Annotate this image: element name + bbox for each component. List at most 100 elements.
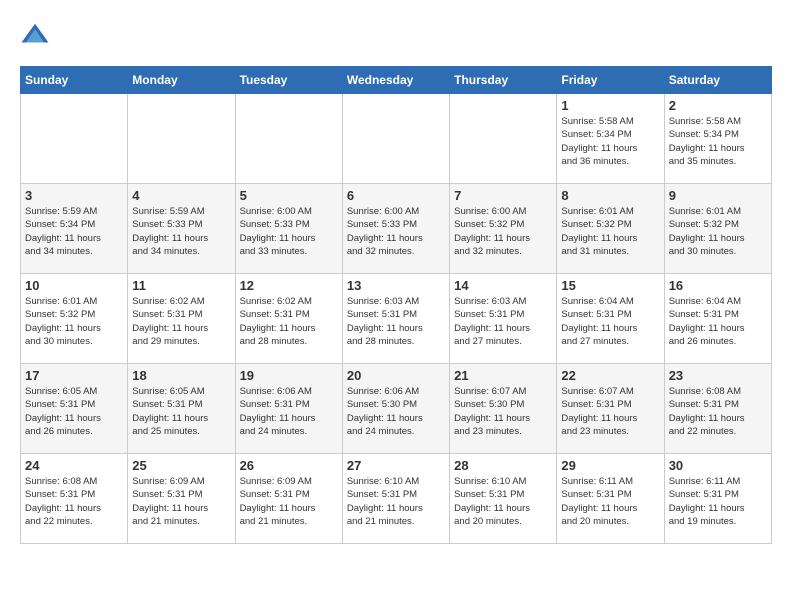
calendar-day-cell: 28 Sunrise: 6:10 AM Sunset: 5:31 PM Dayli… bbox=[450, 454, 557, 544]
day-number: 29 bbox=[561, 458, 659, 473]
calendar-day-cell: 18Sunrise: 6:05 AM Sunset: 5:31 PM Dayli… bbox=[128, 364, 235, 454]
logo-icon bbox=[20, 20, 50, 50]
day-info: Sunrise: 6:06 AM Sunset: 5:31 PM Dayligh… bbox=[240, 385, 338, 438]
calendar-day-cell: 27 Sunrise: 6:10 AM Sunset: 5:31 PM Dayli… bbox=[342, 454, 449, 544]
day-number: 8 bbox=[561, 188, 659, 203]
calendar-day-cell: 14 Sunrise: 6:03 AM Sunset: 5:31 PM Dayli… bbox=[450, 274, 557, 364]
day-info: Sunrise: 6:11 AM Sunset: 5:31 PM Dayligh… bbox=[669, 475, 767, 528]
day-info: Sunrise: 5:58 AM Sunset: 5:34 PM Dayligh… bbox=[561, 115, 659, 168]
calendar-week-row: 1 Sunrise: 5:58 AM Sunset: 5:34 PM Daylig… bbox=[21, 94, 772, 184]
calendar-day-cell bbox=[128, 94, 235, 184]
calendar-day-cell: 30 Sunrise: 6:11 AM Sunset: 5:31 PM Dayli… bbox=[664, 454, 771, 544]
day-info: Sunrise: 6:03 AM Sunset: 5:31 PM Dayligh… bbox=[454, 295, 552, 348]
calendar-day-cell: 19 Sunrise: 6:06 AM Sunset: 5:31 PM Dayli… bbox=[235, 364, 342, 454]
calendar-day-cell: 16 Sunrise: 6:04 AM Sunset: 5:31 PM Dayli… bbox=[664, 274, 771, 364]
day-number: 27 bbox=[347, 458, 445, 473]
day-number: 9 bbox=[669, 188, 767, 203]
logo bbox=[20, 20, 54, 50]
day-number: 5 bbox=[240, 188, 338, 203]
weekday-header: Wednesday bbox=[342, 67, 449, 94]
calendar-day-cell: 21 Sunrise: 6:07 AM Sunset: 5:30 PM Dayli… bbox=[450, 364, 557, 454]
day-info: Sunrise: 6:11 AM Sunset: 5:31 PM Dayligh… bbox=[561, 475, 659, 528]
weekday-header: Monday bbox=[128, 67, 235, 94]
day-info: Sunrise: 6:09 AM Sunset: 5:31 PM Dayligh… bbox=[132, 475, 230, 528]
day-info: Sunrise: 6:00 AM Sunset: 5:33 PM Dayligh… bbox=[347, 205, 445, 258]
day-number: 23 bbox=[669, 368, 767, 383]
day-info: Sunrise: 5:59 AM Sunset: 5:33 PM Dayligh… bbox=[132, 205, 230, 258]
day-info: Sunrise: 6:01 AM Sunset: 5:32 PM Dayligh… bbox=[25, 295, 123, 348]
calendar-table: SundayMondayTuesdayWednesdayThursdayFrid… bbox=[20, 66, 772, 544]
weekday-header: Thursday bbox=[450, 67, 557, 94]
day-info: Sunrise: 6:04 AM Sunset: 5:31 PM Dayligh… bbox=[561, 295, 659, 348]
day-info: Sunrise: 6:03 AM Sunset: 5:31 PM Dayligh… bbox=[347, 295, 445, 348]
day-info: Sunrise: 6:02 AM Sunset: 5:31 PM Dayligh… bbox=[240, 295, 338, 348]
weekday-header: Tuesday bbox=[235, 67, 342, 94]
day-info: Sunrise: 6:10 AM Sunset: 5:31 PM Dayligh… bbox=[347, 475, 445, 528]
day-number: 21 bbox=[454, 368, 552, 383]
calendar-day-cell: 29 Sunrise: 6:11 AM Sunset: 5:31 PM Dayli… bbox=[557, 454, 664, 544]
day-number: 3 bbox=[25, 188, 123, 203]
calendar-day-cell bbox=[21, 94, 128, 184]
calendar-day-cell: 24Sunrise: 6:08 AM Sunset: 5:31 PM Dayli… bbox=[21, 454, 128, 544]
day-number: 2 bbox=[669, 98, 767, 113]
day-number: 17 bbox=[25, 368, 123, 383]
day-number: 12 bbox=[240, 278, 338, 293]
day-number: 10 bbox=[25, 278, 123, 293]
day-number: 14 bbox=[454, 278, 552, 293]
day-number: 16 bbox=[669, 278, 767, 293]
calendar-header-row: SundayMondayTuesdayWednesdayThursdayFrid… bbox=[21, 67, 772, 94]
day-info: Sunrise: 6:09 AM Sunset: 5:31 PM Dayligh… bbox=[240, 475, 338, 528]
calendar-week-row: 3 Sunrise: 5:59 AM Sunset: 5:34 PM Daylig… bbox=[21, 184, 772, 274]
day-info: Sunrise: 6:00 AM Sunset: 5:33 PM Dayligh… bbox=[240, 205, 338, 258]
day-number: 26 bbox=[240, 458, 338, 473]
calendar-day-cell: 8Sunrise: 6:01 AM Sunset: 5:32 PM Daylig… bbox=[557, 184, 664, 274]
calendar-day-cell: 7 Sunrise: 6:00 AM Sunset: 5:32 PM Daylig… bbox=[450, 184, 557, 274]
day-number: 20 bbox=[347, 368, 445, 383]
day-info: Sunrise: 5:59 AM Sunset: 5:34 PM Dayligh… bbox=[25, 205, 123, 258]
day-info: Sunrise: 6:08 AM Sunset: 5:31 PM Dayligh… bbox=[669, 385, 767, 438]
day-number: 13 bbox=[347, 278, 445, 293]
day-number: 7 bbox=[454, 188, 552, 203]
day-info: Sunrise: 6:07 AM Sunset: 5:30 PM Dayligh… bbox=[454, 385, 552, 438]
day-number: 11 bbox=[132, 278, 230, 293]
calendar-day-cell: 11 Sunrise: 6:02 AM Sunset: 5:31 PM Dayli… bbox=[128, 274, 235, 364]
calendar-week-row: 10 Sunrise: 6:01 AM Sunset: 5:32 PM Dayli… bbox=[21, 274, 772, 364]
day-info: Sunrise: 6:02 AM Sunset: 5:31 PM Dayligh… bbox=[132, 295, 230, 348]
day-number: 30 bbox=[669, 458, 767, 473]
calendar-day-cell: 1 Sunrise: 5:58 AM Sunset: 5:34 PM Daylig… bbox=[557, 94, 664, 184]
day-number: 1 bbox=[561, 98, 659, 113]
calendar-day-cell: 6 Sunrise: 6:00 AM Sunset: 5:33 PM Daylig… bbox=[342, 184, 449, 274]
calendar-day-cell: 12 Sunrise: 6:02 AM Sunset: 5:31 PM Dayli… bbox=[235, 274, 342, 364]
day-info: Sunrise: 6:08 AM Sunset: 5:31 PM Dayligh… bbox=[25, 475, 123, 528]
day-number: 4 bbox=[132, 188, 230, 203]
calendar-week-row: 24Sunrise: 6:08 AM Sunset: 5:31 PM Dayli… bbox=[21, 454, 772, 544]
page-header bbox=[20, 20, 772, 50]
calendar-day-cell: 25 Sunrise: 6:09 AM Sunset: 5:31 PM Dayli… bbox=[128, 454, 235, 544]
weekday-header: Friday bbox=[557, 67, 664, 94]
day-info: Sunrise: 6:07 AM Sunset: 5:31 PM Dayligh… bbox=[561, 385, 659, 438]
calendar-day-cell bbox=[342, 94, 449, 184]
day-info: Sunrise: 6:06 AM Sunset: 5:30 PM Dayligh… bbox=[347, 385, 445, 438]
calendar-day-cell: 9 Sunrise: 6:01 AM Sunset: 5:32 PM Daylig… bbox=[664, 184, 771, 274]
day-number: 19 bbox=[240, 368, 338, 383]
calendar-day-cell: 17Sunrise: 6:05 AM Sunset: 5:31 PM Dayli… bbox=[21, 364, 128, 454]
calendar-day-cell bbox=[235, 94, 342, 184]
calendar-day-cell: 15Sunrise: 6:04 AM Sunset: 5:31 PM Dayli… bbox=[557, 274, 664, 364]
calendar-day-cell: 3 Sunrise: 5:59 AM Sunset: 5:34 PM Daylig… bbox=[21, 184, 128, 274]
calendar-day-cell: 10 Sunrise: 6:01 AM Sunset: 5:32 PM Dayli… bbox=[21, 274, 128, 364]
day-number: 18 bbox=[132, 368, 230, 383]
day-info: Sunrise: 6:00 AM Sunset: 5:32 PM Dayligh… bbox=[454, 205, 552, 258]
day-number: 28 bbox=[454, 458, 552, 473]
day-number: 25 bbox=[132, 458, 230, 473]
calendar-day-cell: 13 Sunrise: 6:03 AM Sunset: 5:31 PM Dayli… bbox=[342, 274, 449, 364]
day-info: Sunrise: 6:01 AM Sunset: 5:32 PM Dayligh… bbox=[669, 205, 767, 258]
day-info: Sunrise: 6:04 AM Sunset: 5:31 PM Dayligh… bbox=[669, 295, 767, 348]
day-info: Sunrise: 5:58 AM Sunset: 5:34 PM Dayligh… bbox=[669, 115, 767, 168]
calendar-week-row: 17Sunrise: 6:05 AM Sunset: 5:31 PM Dayli… bbox=[21, 364, 772, 454]
weekday-header: Saturday bbox=[664, 67, 771, 94]
day-info: Sunrise: 6:10 AM Sunset: 5:31 PM Dayligh… bbox=[454, 475, 552, 528]
day-number: 6 bbox=[347, 188, 445, 203]
calendar-day-cell: 20 Sunrise: 6:06 AM Sunset: 5:30 PM Dayli… bbox=[342, 364, 449, 454]
calendar-day-cell: 23 Sunrise: 6:08 AM Sunset: 5:31 PM Dayli… bbox=[664, 364, 771, 454]
calendar-day-cell: 26 Sunrise: 6:09 AM Sunset: 5:31 PM Dayli… bbox=[235, 454, 342, 544]
